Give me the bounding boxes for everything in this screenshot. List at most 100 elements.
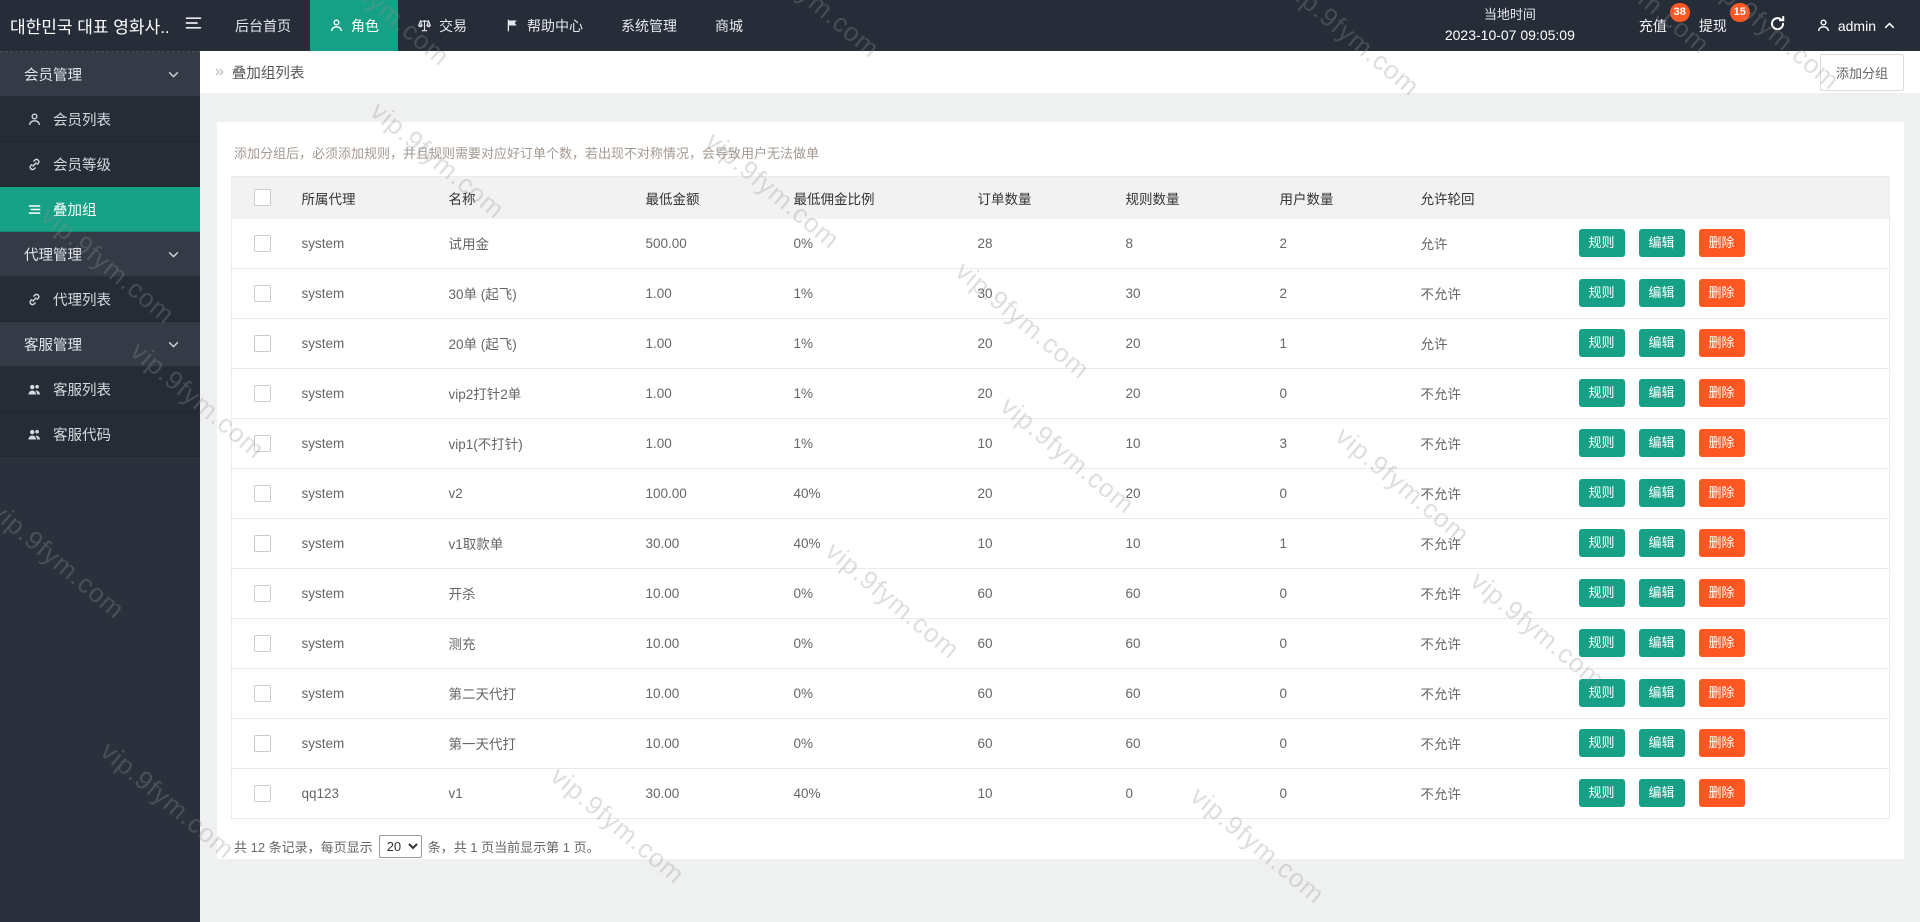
cell-loop: 允许 [1420,237,1448,252]
edit-button[interactable]: 编辑 [1638,379,1685,407]
sidebar-item-member-list[interactable]: 会员列表 [0,97,200,142]
rule-button[interactable]: 规则 [1578,229,1625,257]
row-checkbox[interactable] [254,684,271,702]
local-time: 当地时间 2023-10-07 09:05:09 [1445,5,1575,47]
rule-button[interactable]: 规则 [1578,779,1625,807]
menu-item-help[interactable]: 帮助中心 [486,0,602,51]
cell-orders: 10 [977,785,993,801]
delete-button[interactable]: 删除 [1698,429,1745,457]
rule-button[interactable]: 规则 [1578,429,1625,457]
edit-button[interactable]: 编辑 [1638,679,1685,707]
select-all-checkbox[interactable] [254,189,271,207]
delete-button[interactable]: 删除 [1698,479,1745,507]
rule-button[interactable]: 规则 [1578,279,1625,307]
delete-button[interactable]: 删除 [1698,329,1745,357]
row-checkbox[interactable] [254,284,271,302]
row-checkbox[interactable] [254,584,271,602]
menu-item-home[interactable]: 后台首页 [216,0,310,51]
edit-button[interactable]: 编辑 [1638,529,1685,557]
cell-loop: 不允许 [1420,787,1462,802]
delete-button[interactable]: 删除 [1698,279,1745,307]
edit-button[interactable]: 编辑 [1638,629,1685,657]
rule-button[interactable]: 规则 [1578,629,1625,657]
edit-button[interactable]: 编辑 [1638,279,1685,307]
cell-name: 试用金 [448,237,490,252]
menu-item-trade[interactable]: 交易 [398,0,486,51]
edit-button[interactable]: 编辑 [1638,429,1685,457]
sidebar-group-service-mgmt[interactable]: 客服管理 [0,322,200,367]
rule-button[interactable]: 规则 [1578,379,1625,407]
row-actions: 规则 编辑 删除 [1578,569,1890,618]
cell-rules: 20 [1125,485,1141,501]
sidebar-item-label: 会员等级 [53,157,111,174]
delete-button[interactable]: 删除 [1698,779,1745,807]
cell-min_amount: 1.00 [645,435,672,451]
sidebar-item-service-list[interactable]: 客服列表 [0,367,200,412]
menu-item-system[interactable]: 系统管理 [602,0,696,51]
delete-button[interactable]: 删除 [1698,529,1745,557]
recharge-link[interactable]: 充值 38 [1639,2,1690,36]
sidebar-group-label: 会员管理 [24,67,82,84]
cell-name: 20单 (起飞) [448,337,517,352]
table-row: system 第二天代打 10.00 0% 60 60 0 不允许 规则 编辑 删除 [231,668,1890,718]
row-checkbox[interactable] [254,484,271,502]
cell-min_rate: 0% [793,585,814,601]
cell-min_rate: 1% [793,335,814,351]
table-row: system vip1(不打针) 1.00 1% 10 10 3 不允许 规则 编辑 删除 [231,418,1890,468]
cell-agent: system [301,535,345,551]
row-actions: 规则 编辑 删除 [1578,469,1890,518]
edit-button[interactable]: 编辑 [1638,729,1685,757]
sidebar-group-member-mgmt[interactable]: 会员管理 [0,52,200,97]
rule-button[interactable]: 规则 [1578,529,1625,557]
refresh-button[interactable] [1769,15,1786,37]
cell-orders: 60 [977,635,993,651]
cell-loop: 不允许 [1420,637,1462,652]
sidebar-group-agent-mgmt[interactable]: 代理管理 [0,232,200,277]
delete-button[interactable]: 删除 [1698,379,1745,407]
cell-min_amount: 100.00 [645,485,687,501]
sidebar-item-stack-group[interactable]: 叠加组 [0,187,200,232]
cell-name: 开杀 [448,587,476,602]
hamburger-button[interactable] [170,0,216,51]
row-checkbox[interactable] [254,384,271,402]
column-header-4: 订单数量 [977,191,1032,207]
sidebar-item-service-code[interactable]: 客服代码 [0,412,200,457]
row-checkbox[interactable] [254,734,271,752]
rule-button[interactable]: 规则 [1578,679,1625,707]
cell-min_amount: 10.00 [645,735,680,751]
row-checkbox[interactable] [254,234,271,252]
user-menu[interactable]: admin [1816,18,1896,34]
delete-button[interactable]: 删除 [1698,229,1745,257]
delete-button[interactable]: 删除 [1698,729,1745,757]
sidebar-item-agent-list[interactable]: 代理列表 [0,277,200,322]
menu-item-label: 系统管理 [621,17,677,34]
rule-button[interactable]: 规则 [1578,729,1625,757]
rule-button[interactable]: 规则 [1578,579,1625,607]
withdraw-link[interactable]: 提现 15 [1699,2,1750,36]
menu-item-mall[interactable]: 商城 [696,0,762,51]
cell-users: 2 [1279,235,1288,251]
edit-button[interactable]: 编辑 [1638,779,1685,807]
row-checkbox[interactable] [254,784,271,802]
delete-button[interactable]: 删除 [1698,629,1745,657]
rule-button[interactable]: 规则 [1578,329,1625,357]
rule-button[interactable]: 规则 [1578,479,1625,507]
edit-button[interactable]: 编辑 [1638,479,1685,507]
cell-rules: 60 [1125,585,1141,601]
cell-loop: 不允许 [1420,437,1462,452]
row-checkbox[interactable] [254,334,271,352]
cell-name: vip1(不打针) [448,437,523,452]
row-checkbox[interactable] [254,534,271,552]
delete-button[interactable]: 删除 [1698,579,1745,607]
edit-button[interactable]: 编辑 [1638,579,1685,607]
delete-button[interactable]: 删除 [1698,679,1745,707]
chevron-down-icon [167,338,180,351]
sidebar-item-member-level[interactable]: 会员等级 [0,142,200,187]
row-checkbox[interactable] [254,634,271,652]
row-checkbox[interactable] [254,434,271,452]
menu-item-role[interactable]: 角色 [310,0,398,51]
edit-button[interactable]: 编辑 [1638,229,1685,257]
page-size-select[interactable]: 20 [378,834,422,858]
edit-button[interactable]: 编辑 [1638,329,1685,357]
add-group-button[interactable]: 添加分组 [1819,53,1904,91]
